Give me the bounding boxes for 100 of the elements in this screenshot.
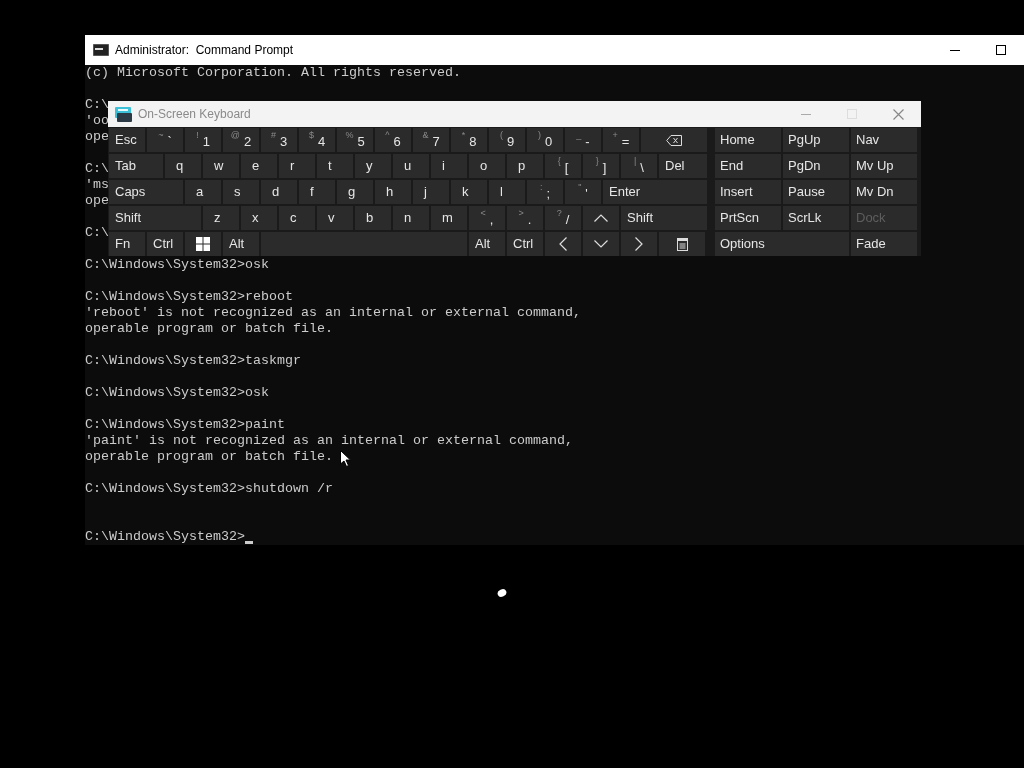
- keyboard-key[interactable]: Esc: [109, 128, 145, 152]
- keyboard-key[interactable]: $ 4: [299, 128, 335, 152]
- keyboard-key[interactable]: [641, 128, 707, 152]
- keyboard-key[interactable]: [185, 232, 221, 256]
- console-line: operable program or batch file.: [85, 449, 333, 464]
- keyboard-key[interactable]: } ]: [583, 154, 619, 178]
- keyboard-key[interactable]: Home: [715, 128, 781, 152]
- keyboard-key[interactable]: i: [431, 154, 467, 178]
- keyboard-key[interactable]: _ -: [565, 128, 601, 152]
- keyboard-key[interactable]: r: [279, 154, 315, 178]
- keyboard-key[interactable]: ) 0: [527, 128, 563, 152]
- keyboard-key[interactable]: % 5: [337, 128, 373, 152]
- keyboard-key[interactable]: Fade: [851, 232, 917, 256]
- keyboard-key[interactable]: f: [299, 180, 335, 204]
- console-line: C:\Windows\System32>taskmgr: [85, 353, 301, 368]
- maximize-icon: [996, 45, 1006, 55]
- console-line: C:\Windows\System32>osk: [85, 385, 269, 400]
- keyboard-key[interactable]: & 7: [413, 128, 449, 152]
- console-line: 'ms: [85, 177, 109, 192]
- keyboard-key[interactable]: p: [507, 154, 543, 178]
- keyboard-key[interactable]: Caps: [109, 180, 183, 204]
- keyboard-key[interactable]: > .: [507, 206, 543, 230]
- keyboard-key[interactable]: PgDn: [783, 154, 849, 178]
- keyboard-key[interactable]: Tab: [109, 154, 163, 178]
- keyboard-key[interactable]: Pause: [783, 180, 849, 204]
- keyboard-key[interactable]: Ctrl: [507, 232, 543, 256]
- keyboard-key[interactable]: Fn: [109, 232, 145, 256]
- backspace-icon: [666, 134, 682, 146]
- console-line: C:\Windows\System32>shutdown /r: [85, 481, 333, 496]
- keyboard-key[interactable]: Ctrl: [147, 232, 183, 256]
- keyboard-key[interactable]: d: [261, 180, 297, 204]
- keyboard-key[interactable]: Nav: [851, 128, 917, 152]
- keyboard-key[interactable]: ! 1: [185, 128, 221, 152]
- keyboard-key[interactable]: j: [413, 180, 449, 204]
- keyboard-key[interactable]: u: [393, 154, 429, 178]
- console-line: operable program or batch file.: [85, 321, 333, 336]
- keyboard-key[interactable]: Enter: [603, 180, 707, 204]
- keyboard-key[interactable]: g: [337, 180, 373, 204]
- console-line: C:\: [85, 97, 109, 112]
- keyboard-key[interactable]: Shift: [109, 206, 201, 230]
- keyboard-key[interactable]: x: [241, 206, 277, 230]
- keyboard-key[interactable]: w: [203, 154, 239, 178]
- keyboard-key[interactable]: Insert: [715, 180, 781, 204]
- mouse-pointer-icon: [340, 450, 351, 467]
- close-icon: [892, 108, 904, 120]
- chevron-left-icon: [559, 237, 567, 251]
- keyboard-key[interactable]: Del: [659, 154, 707, 178]
- keyboard-key[interactable]: Alt: [469, 232, 505, 256]
- window-title: Administrator: Command Prompt: [115, 42, 294, 59]
- console-line: 'reboot' is not recognized as an internal or external command,: [85, 305, 581, 320]
- keyboard-key[interactable]: : ;: [527, 180, 563, 204]
- chevron-up-icon: [594, 214, 608, 222]
- chevron-right-icon: [635, 237, 643, 251]
- keyboard-key[interactable]: * 8: [451, 128, 487, 152]
- keyboard-key[interactable]: c: [279, 206, 315, 230]
- keyboard-key[interactable]: @ 2: [223, 128, 259, 152]
- keyboard-key[interactable]: Options: [715, 232, 849, 256]
- console-icon: [93, 44, 109, 56]
- command-prompt: C:\Windows\System32>: [85, 529, 245, 545]
- console-line: ope: [85, 193, 109, 208]
- keyboard-key[interactable]: v: [317, 206, 353, 230]
- keyboard-key[interactable]: ( 9: [489, 128, 525, 152]
- keyboard-key[interactable]: k: [451, 180, 487, 204]
- keyboard-key[interactable]: ~ `: [147, 128, 183, 152]
- chevron-down-icon: [594, 240, 608, 248]
- keyboard-key[interactable]: [659, 232, 705, 256]
- keyboard-key[interactable]: # 3: [261, 128, 297, 152]
- console-line: (c) Microsoft Corporation. All rights reserved.: [85, 65, 461, 80]
- keyboard-key[interactable]: t: [317, 154, 353, 178]
- keyboard-key[interactable]: n: [393, 206, 429, 230]
- keyboard-key[interactable]: PrtScn: [715, 206, 781, 230]
- console-line: ope: [85, 129, 109, 144]
- keyboard-key[interactable]: q: [165, 154, 201, 178]
- keyboard-key[interactable]: y: [355, 154, 391, 178]
- keyboard-key[interactable]: | \: [621, 154, 657, 178]
- keyboard-key[interactable]: Mv Up: [851, 154, 917, 178]
- keyboard-key[interactable]: { [: [545, 154, 581, 178]
- keyboard-key[interactable]: End: [715, 154, 781, 178]
- keyboard-key[interactable]: e: [241, 154, 277, 178]
- console-line: 'paint' is not recognized as an internal or external command,: [85, 433, 573, 448]
- keyboard-key[interactable]: z: [203, 206, 239, 230]
- keyboard-key[interactable]: l: [489, 180, 525, 204]
- keyboard-key[interactable]: h: [375, 180, 411, 204]
- keyboard-key[interactable]: ScrLk: [783, 206, 849, 230]
- console-line: C:\: [85, 161, 109, 176]
- keyboard-key[interactable]: b: [355, 206, 391, 230]
- keyboard-key[interactable]: o: [469, 154, 505, 178]
- keyboard-key[interactable]: ^ 6: [375, 128, 411, 152]
- keyboard-key[interactable]: ? /: [545, 206, 581, 230]
- keyboard-key[interactable]: a: [185, 180, 221, 204]
- keyboard-key[interactable]: Shift: [621, 206, 707, 230]
- keyboard-key[interactable]: < ,: [469, 206, 505, 230]
- keyboard-key[interactable]: PgUp: [783, 128, 849, 152]
- keyboard-key[interactable]: " ': [565, 180, 601, 204]
- console-line: C:\Windows\System32>osk: [85, 257, 269, 272]
- keyboard-key[interactable]: s: [223, 180, 259, 204]
- keyboard-key[interactable]: Alt: [223, 232, 259, 256]
- keyboard-key[interactable]: Mv Dn: [851, 180, 917, 204]
- keyboard-key[interactable]: m: [431, 206, 467, 230]
- keyboard-key[interactable]: + =: [603, 128, 639, 152]
